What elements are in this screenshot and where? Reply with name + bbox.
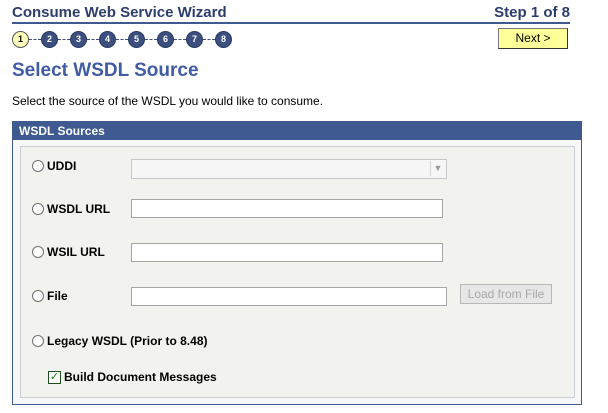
step-connector [87,39,99,40]
next-button[interactable]: Next > [498,28,568,49]
legacy-wsdl-radio[interactable] [32,335,44,347]
step-1[interactable]: 1 [12,31,29,48]
wsil-url-radio[interactable] [32,246,44,258]
file-label: File [47,289,68,303]
step-connector [145,39,157,40]
build-document-messages-checkbox[interactable]: ✓ [48,371,61,384]
step-8[interactable]: 8 [215,31,232,48]
step-connector [116,39,128,40]
wsil-url-input[interactable] [131,243,443,262]
wizard-header: Consume Web Service Wizard Step 1 of 8 [12,2,570,24]
step-6[interactable]: 6 [157,31,174,48]
step-7[interactable]: 7 [186,31,203,48]
wsdl-url-radio[interactable] [32,203,44,215]
checkmark-icon: ✓ [49,371,60,383]
wsdl-url-label: WSDL URL [47,202,111,216]
step-5[interactable]: 5 [128,31,145,48]
wsdl-url-input[interactable] [131,199,443,218]
legacy-wsdl-label: Legacy WSDL (Prior to 8.48) [47,334,208,348]
wizard-title: Consume Web Service Wizard [12,4,227,21]
uddi-label: UDDI [47,159,77,173]
panel-body [20,146,575,398]
uddi-select[interactable]: ▼ [131,159,447,179]
step-3[interactable]: 3 [70,31,87,48]
step-indicator-text: Step 1 of 8 [494,4,570,21]
instructions-text: Select the source of the WSDL you would … [12,94,324,108]
step-connector [58,39,70,40]
panel-header: WSDL Sources [13,122,581,140]
uddi-radio[interactable] [32,160,44,172]
step-connector [174,39,186,40]
file-input[interactable] [131,287,447,306]
chevron-down-icon: ▼ [430,161,445,176]
step-4[interactable]: 4 [99,31,116,48]
build-document-messages-label: Build Document Messages [64,370,217,384]
file-radio[interactable] [32,290,44,302]
page-title: Select WSDL Source [12,60,199,81]
step-connector [203,39,215,40]
load-from-file-button[interactable]: Load from File [460,284,552,304]
step-connector [29,39,41,40]
wsil-url-label: WSIL URL [47,245,105,259]
step-2[interactable]: 2 [41,31,58,48]
